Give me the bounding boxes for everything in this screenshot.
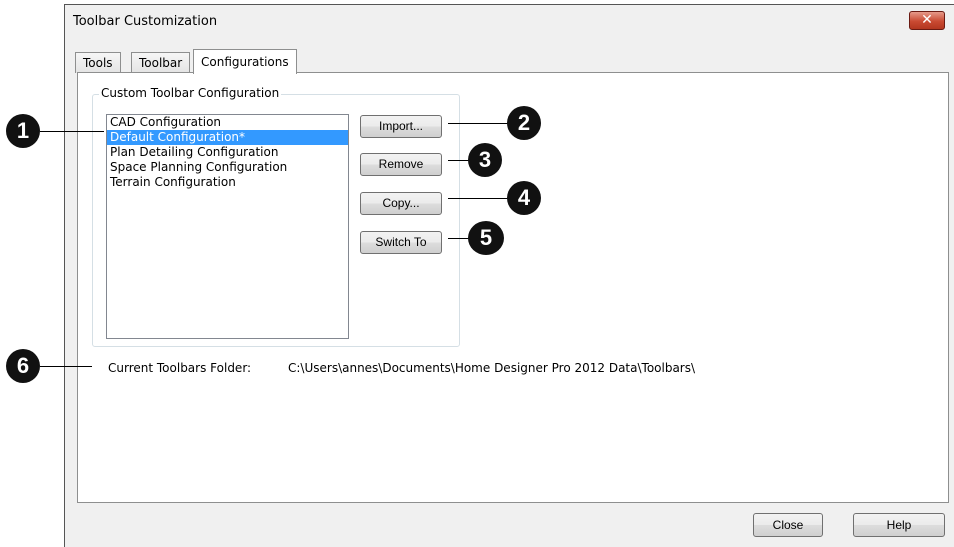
close-window-icon[interactable]: ✕ [909, 11, 945, 30]
configuration-listbox[interactable]: CAD Configuration Default Configuration* P… [106, 114, 349, 339]
callout-3-badge: 3 [468, 143, 502, 177]
callout-1-badge: 1 [6, 114, 40, 148]
remove-button[interactable]: Remove [360, 153, 442, 176]
copy-button[interactable]: Copy... [360, 192, 442, 215]
callout-1-line [40, 131, 104, 132]
list-item[interactable]: Terrain Configuration [107, 175, 348, 190]
callout-5-badge: 5 [468, 221, 504, 255]
callout-2-badge: 2 [507, 106, 541, 140]
tab-tools[interactable]: Tools [75, 52, 121, 73]
close-button[interactable]: Close [753, 513, 823, 537]
toolbar-customization-dialog: Toolbar Customization ✕ Tools Toolbar Co… [64, 4, 954, 547]
import-button[interactable]: Import... [360, 115, 442, 138]
switch-to-button[interactable]: Switch To [360, 231, 442, 254]
list-item[interactable]: Space Planning Configuration [107, 160, 348, 175]
callout-4-badge: 4 [507, 181, 541, 215]
current-folder-label: Current Toolbars Folder: [108, 361, 252, 375]
current-folder-path: C:\Users\annes\Documents\Home Designer P… [288, 361, 696, 375]
title-bar[interactable]: Toolbar Customization ✕ [65, 5, 954, 38]
custom-toolbar-configuration-group: Custom Toolbar Configuration CAD Configu… [92, 86, 460, 347]
list-item[interactable]: Plan Detailing Configuration [107, 145, 348, 160]
list-item[interactable]: CAD Configuration [107, 115, 348, 130]
callout-2-line [448, 123, 510, 124]
tab-configurations[interactable]: Configurations [193, 49, 297, 74]
callout-4-line [448, 198, 510, 199]
callout-6-line [40, 366, 92, 367]
window-title: Toolbar Customization [73, 14, 218, 29]
group-title: Custom Toolbar Configuration [99, 86, 282, 100]
callout-6-badge: 6 [6, 349, 40, 383]
list-item[interactable]: Default Configuration* [107, 130, 348, 145]
help-button[interactable]: Help [853, 513, 945, 537]
tab-toolbar[interactable]: Toolbar [131, 52, 191, 73]
